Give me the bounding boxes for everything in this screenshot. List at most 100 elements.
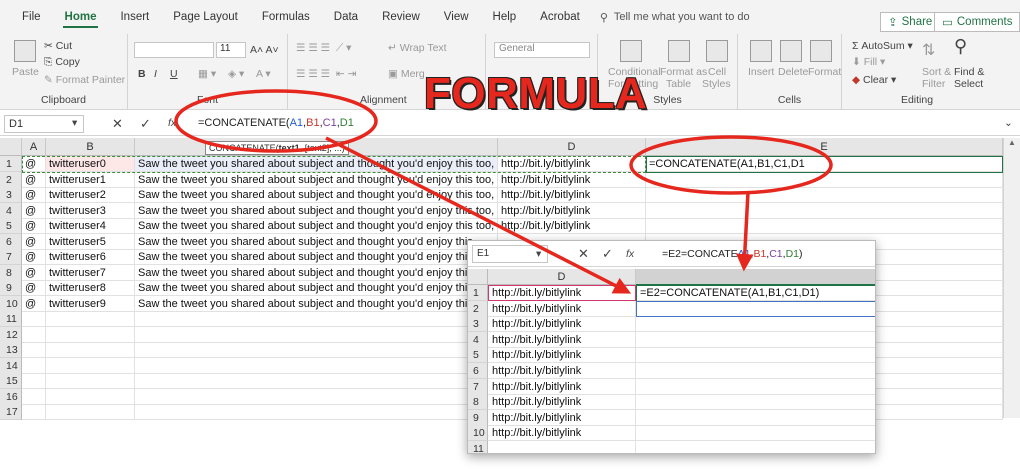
delete-cells-button[interactable]: Delete <box>778 66 808 78</box>
font-name-dropdown[interactable] <box>134 42 214 58</box>
align-top-icons[interactable]: ☰ ☰ ☰ ⟋ ▾ <box>296 42 351 55</box>
column-header-b[interactable]: B <box>46 138 135 156</box>
tab-acrobat[interactable]: Acrobat <box>528 0 592 34</box>
column-header-d[interactable]: D <box>498 138 646 156</box>
tab-page-layout[interactable]: Page Layout <box>161 0 250 34</box>
tab-file[interactable]: File <box>10 0 53 34</box>
cell-a[interactable]: @ <box>22 295 46 312</box>
format-painter-button[interactable]: ✎ Format Painter <box>44 74 125 86</box>
autosum-button[interactable]: Σ AutoSum ▾ <box>852 40 913 52</box>
cell-c[interactable]: Saw the tweet you shared about subject a… <box>135 233 498 250</box>
row-header[interactable]: 12 <box>0 326 22 343</box>
row-header[interactable]: 10 <box>0 295 22 312</box>
cell-c[interactable] <box>135 388 498 405</box>
row-header[interactable]: 8 <box>0 264 22 281</box>
cancel-icon[interactable]: ✕ <box>112 116 123 132</box>
cell-b[interactable]: twitteruser8 <box>46 280 135 296</box>
tell-me-box[interactable]: ⚲ Tell me what you want to do <box>600 11 750 24</box>
underline-button[interactable]: U <box>170 68 178 80</box>
comments-button[interactable]: ▭ Comments <box>934 12 1020 32</box>
cell-d[interactable]: http://bit.ly/bitlylink <box>498 171 646 188</box>
row-header[interactable]: 6 <box>0 233 22 250</box>
cell-b[interactable]: twitteruser3 <box>46 202 135 219</box>
tab-home[interactable]: Home <box>53 0 109 34</box>
cell-c[interactable]: Saw the tweet you shared about subject a… <box>135 202 498 219</box>
cell-a[interactable] <box>22 373 46 389</box>
italic-button[interactable]: I <box>154 68 157 80</box>
cell-c[interactable] <box>135 373 498 389</box>
grow-font-icon[interactable]: A˄ A˅ <box>250 44 279 56</box>
cell-b[interactable]: twitteruser2 <box>46 187 135 203</box>
cell-a[interactable]: @ <box>22 233 46 250</box>
vertical-scrollbar[interactable]: ▲ <box>1003 138 1020 418</box>
row-header[interactable]: 17 <box>0 404 22 420</box>
cell-c[interactable]: Saw the tweet you shared about subject a… <box>135 249 498 265</box>
row-header[interactable]: 2 <box>0 171 22 188</box>
cell-a[interactable]: @ <box>22 218 46 234</box>
cell-a[interactable]: @ <box>22 264 46 281</box>
font-color-icon[interactable]: A ▾ <box>256 68 271 80</box>
cell-a[interactable] <box>22 404 46 420</box>
cell-a[interactable] <box>22 388 46 405</box>
cell-a[interactable] <box>22 311 46 327</box>
cell-a[interactable]: @ <box>22 280 46 296</box>
cell-c[interactable]: Saw the tweet you shared about subject a… <box>135 187 498 203</box>
find-select-button[interactable]: Find & <box>954 66 984 78</box>
cell-a[interactable] <box>22 357 46 374</box>
cell-c[interactable]: Saw the tweet you shared about subject a… <box>135 171 498 188</box>
paste-button[interactable]: Paste <box>12 66 39 78</box>
cell-b[interactable] <box>46 326 135 343</box>
cell-b[interactable]: twitteruser1 <box>46 171 135 188</box>
tab-view[interactable]: View <box>432 0 481 34</box>
format-cells-button[interactable]: Format <box>808 66 841 78</box>
cell-c[interactable] <box>135 342 498 358</box>
formula-input[interactable]: =CONCATENATE(A1,B1,C1,D1 <box>198 117 354 129</box>
cell-styles-button[interactable]: Cell <box>708 66 726 78</box>
cell-b[interactable]: twitteruser9 <box>46 295 135 312</box>
cell-c[interactable] <box>135 326 498 343</box>
row-header[interactable]: 3 <box>0 187 22 203</box>
cell-e[interactable] <box>646 218 1003 234</box>
row-header[interactable]: 7 <box>0 249 22 265</box>
cell-d[interactable]: http://bit.ly/bitlylink <box>498 218 646 234</box>
cell-a[interactable]: @ <box>22 249 46 265</box>
tab-formulas[interactable]: Formulas <box>250 0 322 34</box>
cell-e[interactable] <box>646 171 1003 188</box>
column-header-e[interactable]: E <box>646 138 1003 156</box>
fill-color-icon[interactable]: ◈ ▾ <box>228 68 244 80</box>
cell-e[interactable] <box>646 202 1003 219</box>
share-button[interactable]: ⇪ Share <box>880 12 941 32</box>
cell-c[interactable]: Saw the tweet you shared about subject a… <box>135 218 498 234</box>
cell-c[interactable]: Saw the tweet you shared about subject a… <box>135 295 498 312</box>
row-header[interactable]: 9 <box>0 280 22 296</box>
number-format-dropdown[interactable]: General <box>494 42 590 58</box>
cell-b[interactable] <box>46 373 135 389</box>
column-header-a[interactable]: A <box>22 138 46 156</box>
cell-a[interactable]: @ <box>22 187 46 203</box>
copy-button[interactable]: ⎘ Copy <box>44 56 80 69</box>
cell-a[interactable]: @ <box>22 171 46 188</box>
row-header[interactable]: 11 <box>0 311 22 327</box>
cell-b[interactable] <box>46 388 135 405</box>
tab-help[interactable]: Help <box>481 0 529 34</box>
format-as-table-button[interactable]: Format as <box>660 66 707 78</box>
align-left-icons[interactable]: ☰ ☰ ☰ ⇤ ⇥ <box>296 68 356 80</box>
cell-c[interactable] <box>135 357 498 374</box>
row-header[interactable]: 5 <box>0 218 22 234</box>
bold-button[interactable]: B <box>138 68 146 80</box>
select-all-corner[interactable] <box>0 138 22 156</box>
row-header[interactable]: 15 <box>0 373 22 389</box>
name-box-dropdown-icon[interactable]: ▾ <box>72 117 77 129</box>
cell-d[interactable]: http://bit.ly/bitlylink <box>498 187 646 203</box>
cell-b[interactable]: twitteruser6 <box>46 249 135 265</box>
insert-cells-button[interactable]: Insert <box>748 66 774 78</box>
cell-a[interactable]: @ <box>22 202 46 219</box>
cell-b[interactable] <box>46 342 135 358</box>
fill-button[interactable]: ⬇ Fill ▾ <box>852 56 885 68</box>
tab-insert[interactable]: Insert <box>108 0 161 34</box>
row-header[interactable]: 14 <box>0 357 22 374</box>
tab-data[interactable]: Data <box>322 0 370 34</box>
row-header[interactable]: 16 <box>0 388 22 405</box>
row-header[interactable]: 1 <box>0 156 22 172</box>
merge-button[interactable]: ▣ Merg <box>388 68 425 80</box>
